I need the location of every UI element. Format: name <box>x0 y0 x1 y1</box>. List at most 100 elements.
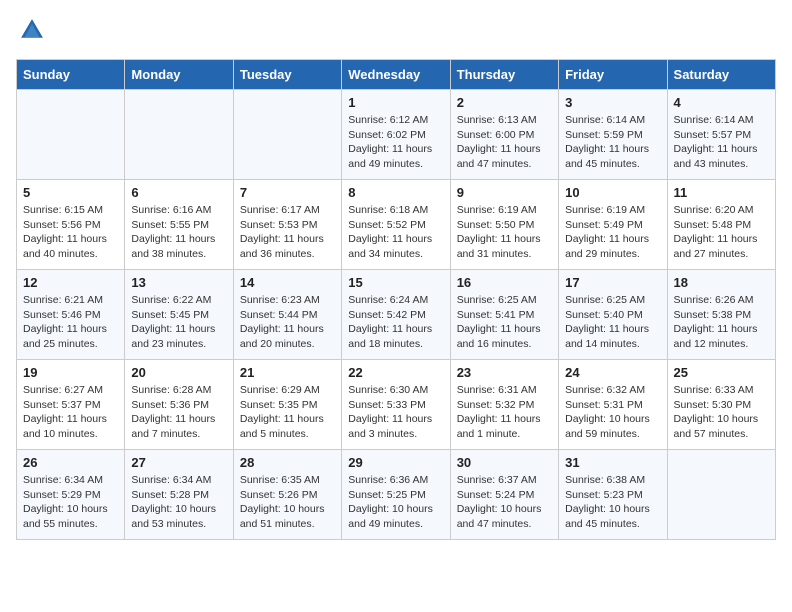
logo-icon <box>18 16 46 44</box>
calendar-cell: 25 Sunrise: 6:33 AM Sunset: 5:30 PM Dayli… <box>667 360 775 450</box>
calendar-cell: 17Sunrise: 6:25 AM Sunset: 5:40 PM Dayli… <box>559 270 667 360</box>
day-number: 21 <box>240 365 335 380</box>
day-info: Sunrise: 6:26 AM Sunset: 5:38 PM Dayligh… <box>674 293 769 352</box>
calendar-cell <box>233 90 341 180</box>
week-row-1: 5 Sunrise: 6:15 AM Sunset: 5:56 PM Daylig… <box>17 180 776 270</box>
day-info: Sunrise: 6:36 AM Sunset: 5:25 PM Dayligh… <box>348 473 443 532</box>
day-info: Sunrise: 6:12 AM Sunset: 6:02 PM Dayligh… <box>348 113 443 172</box>
day-info: Sunrise: 6:31 AM Sunset: 5:32 PM Dayligh… <box>457 383 552 442</box>
calendar-cell: 16 Sunrise: 6:25 AM Sunset: 5:41 PM Dayli… <box>450 270 558 360</box>
day-info: Sunrise: 6:35 AM Sunset: 5:26 PM Dayligh… <box>240 473 335 532</box>
day-number: 16 <box>457 275 552 290</box>
column-header-monday: Monday <box>125 60 233 90</box>
calendar-cell: 29 Sunrise: 6:36 AM Sunset: 5:25 PM Dayli… <box>342 450 450 540</box>
day-number: 28 <box>240 455 335 470</box>
day-info: Sunrise: 6:30 AM Sunset: 5:33 PM Dayligh… <box>348 383 443 442</box>
day-info: Sunrise: 6:38 AM Sunset: 5:23 PM Dayligh… <box>565 473 660 532</box>
day-number: 29 <box>348 455 443 470</box>
calendar-cell: 4Sunrise: 6:14 AM Sunset: 5:57 PM Daylig… <box>667 90 775 180</box>
day-info: Sunrise: 6:32 AM Sunset: 5:31 PM Dayligh… <box>565 383 660 442</box>
calendar-cell: 22 Sunrise: 6:30 AM Sunset: 5:33 PM Dayli… <box>342 360 450 450</box>
day-info: Sunrise: 6:34 AM Sunset: 5:29 PM Dayligh… <box>23 473 118 532</box>
day-info: Sunrise: 6:37 AM Sunset: 5:24 PM Dayligh… <box>457 473 552 532</box>
day-number: 24 <box>565 365 660 380</box>
day-number: 8 <box>348 185 443 200</box>
calendar-cell: 24 Sunrise: 6:32 AM Sunset: 5:31 PM Dayli… <box>559 360 667 450</box>
calendar-cell: 13Sunrise: 6:22 AM Sunset: 5:45 PM Dayli… <box>125 270 233 360</box>
day-info: Sunrise: 6:19 AM Sunset: 5:50 PM Dayligh… <box>457 203 552 262</box>
column-header-tuesday: Tuesday <box>233 60 341 90</box>
day-number: 30 <box>457 455 552 470</box>
calendar-cell: 15 Sunrise: 6:24 AM Sunset: 5:42 PM Dayli… <box>342 270 450 360</box>
day-info: Sunrise: 6:29 AM Sunset: 5:35 PM Dayligh… <box>240 383 335 442</box>
column-header-wednesday: Wednesday <box>342 60 450 90</box>
calendar-cell: 14Sunrise: 6:23 AM Sunset: 5:44 PM Dayli… <box>233 270 341 360</box>
week-row-2: 12Sunrise: 6:21 AM Sunset: 5:46 PM Dayli… <box>17 270 776 360</box>
calendar-cell: 1 Sunrise: 6:12 AM Sunset: 6:02 PM Daylig… <box>342 90 450 180</box>
day-number: 20 <box>131 365 226 380</box>
day-info: Sunrise: 6:24 AM Sunset: 5:42 PM Dayligh… <box>348 293 443 352</box>
day-info: Sunrise: 6:15 AM Sunset: 5:56 PM Dayligh… <box>23 203 118 262</box>
day-number: 11 <box>674 185 769 200</box>
day-number: 23 <box>457 365 552 380</box>
calendar-cell: 18 Sunrise: 6:26 AM Sunset: 5:38 PM Dayli… <box>667 270 775 360</box>
calendar-cell: 11 Sunrise: 6:20 AM Sunset: 5:48 PM Dayli… <box>667 180 775 270</box>
calendar-cell: 10Sunrise: 6:19 AM Sunset: 5:49 PM Dayli… <box>559 180 667 270</box>
calendar-cell: 9 Sunrise: 6:19 AM Sunset: 5:50 PM Daylig… <box>450 180 558 270</box>
calendar-cell: 30 Sunrise: 6:37 AM Sunset: 5:24 PM Dayli… <box>450 450 558 540</box>
day-info: Sunrise: 6:14 AM Sunset: 5:59 PM Dayligh… <box>565 113 660 172</box>
day-number: 27 <box>131 455 226 470</box>
day-number: 3 <box>565 95 660 110</box>
day-info: Sunrise: 6:22 AM Sunset: 5:45 PM Dayligh… <box>131 293 226 352</box>
day-number: 7 <box>240 185 335 200</box>
calendar-cell <box>17 90 125 180</box>
day-number: 5 <box>23 185 118 200</box>
calendar-table: SundayMondayTuesdayWednesdayThursdayFrid… <box>16 59 776 540</box>
calendar-cell: 19 Sunrise: 6:27 AM Sunset: 5:37 PM Dayli… <box>17 360 125 450</box>
calendar-cell: 7 Sunrise: 6:17 AM Sunset: 5:53 PM Daylig… <box>233 180 341 270</box>
day-number: 26 <box>23 455 118 470</box>
calendar-cell <box>667 450 775 540</box>
day-number: 15 <box>348 275 443 290</box>
day-info: Sunrise: 6:18 AM Sunset: 5:52 PM Dayligh… <box>348 203 443 262</box>
calendar-cell: 2 Sunrise: 6:13 AM Sunset: 6:00 PM Daylig… <box>450 90 558 180</box>
day-number: 22 <box>348 365 443 380</box>
day-number: 19 <box>23 365 118 380</box>
day-number: 31 <box>565 455 660 470</box>
column-header-sunday: Sunday <box>17 60 125 90</box>
day-info: Sunrise: 6:34 AM Sunset: 5:28 PM Dayligh… <box>131 473 226 532</box>
calendar-cell: 20 Sunrise: 6:28 AM Sunset: 5:36 PM Dayli… <box>125 360 233 450</box>
day-info: Sunrise: 6:28 AM Sunset: 5:36 PM Dayligh… <box>131 383 226 442</box>
week-row-4: 26 Sunrise: 6:34 AM Sunset: 5:29 PM Dayli… <box>17 450 776 540</box>
day-number: 2 <box>457 95 552 110</box>
calendar-cell: 21 Sunrise: 6:29 AM Sunset: 5:35 PM Dayli… <box>233 360 341 450</box>
page-header <box>16 16 776 49</box>
column-header-friday: Friday <box>559 60 667 90</box>
day-number: 12 <box>23 275 118 290</box>
calendar-cell: 8 Sunrise: 6:18 AM Sunset: 5:52 PM Daylig… <box>342 180 450 270</box>
calendar-cell <box>125 90 233 180</box>
calendar-cell: 23 Sunrise: 6:31 AM Sunset: 5:32 PM Dayli… <box>450 360 558 450</box>
day-number: 18 <box>674 275 769 290</box>
column-header-saturday: Saturday <box>667 60 775 90</box>
day-info: Sunrise: 6:13 AM Sunset: 6:00 PM Dayligh… <box>457 113 552 172</box>
calendar-cell: 5 Sunrise: 6:15 AM Sunset: 5:56 PM Daylig… <box>17 180 125 270</box>
week-row-0: 1 Sunrise: 6:12 AM Sunset: 6:02 PM Daylig… <box>17 90 776 180</box>
day-number: 17 <box>565 275 660 290</box>
week-row-3: 19 Sunrise: 6:27 AM Sunset: 5:37 PM Dayli… <box>17 360 776 450</box>
day-number: 1 <box>348 95 443 110</box>
column-header-thursday: Thursday <box>450 60 558 90</box>
day-info: Sunrise: 6:20 AM Sunset: 5:48 PM Dayligh… <box>674 203 769 262</box>
day-number: 9 <box>457 185 552 200</box>
day-info: Sunrise: 6:16 AM Sunset: 5:55 PM Dayligh… <box>131 203 226 262</box>
day-info: Sunrise: 6:25 AM Sunset: 5:41 PM Dayligh… <box>457 293 552 352</box>
day-number: 6 <box>131 185 226 200</box>
day-info: Sunrise: 6:33 AM Sunset: 5:30 PM Dayligh… <box>674 383 769 442</box>
day-info: Sunrise: 6:23 AM Sunset: 5:44 PM Dayligh… <box>240 293 335 352</box>
day-info: Sunrise: 6:14 AM Sunset: 5:57 PM Dayligh… <box>674 113 769 172</box>
day-number: 25 <box>674 365 769 380</box>
calendar-cell: 27 Sunrise: 6:34 AM Sunset: 5:28 PM Dayli… <box>125 450 233 540</box>
calendar-cell: 3 Sunrise: 6:14 AM Sunset: 5:59 PM Daylig… <box>559 90 667 180</box>
day-info: Sunrise: 6:27 AM Sunset: 5:37 PM Dayligh… <box>23 383 118 442</box>
day-info: Sunrise: 6:17 AM Sunset: 5:53 PM Dayligh… <box>240 203 335 262</box>
